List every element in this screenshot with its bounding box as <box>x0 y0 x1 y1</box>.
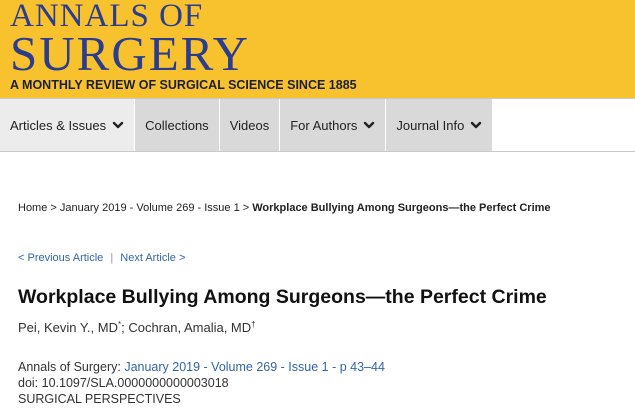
breadcrumb-current: Workplace Bullying Among Surgeons—the Pe… <box>252 202 551 214</box>
citation-line: Annals of Surgery: January 2019 - Volume… <box>18 359 385 375</box>
author-name: Cochran, Amalia, MD <box>128 320 252 335</box>
author-list: Pei, Kevin Y., MD*; Cochran, Amalia, MD† <box>18 320 256 335</box>
nav-journal-info[interactable]: Journal Info <box>386 99 494 151</box>
chevron-down-icon <box>364 121 375 129</box>
author-footnote-mark: † <box>251 320 256 329</box>
journal-name: Annals of Surgery: <box>18 360 125 374</box>
nav-filler <box>493 99 635 151</box>
nav-videos[interactable]: Videos <box>220 99 281 151</box>
nav-label: Collections <box>145 117 209 133</box>
nav-label: Articles & Issues <box>10 117 107 133</box>
journal-tagline: A MONTHLY REVIEW OF SURGICAL SCIENCE SIN… <box>10 78 357 92</box>
nav-for-authors[interactable]: For Authors <box>280 99 387 151</box>
nav-label: Videos <box>229 117 270 133</box>
breadcrumb-issue-link[interactable]: January 2019 - Volume 269 - Issue 1 <box>60 202 240 214</box>
previous-article-link[interactable]: < Previous Article <box>18 252 103 264</box>
article-title: Workplace Bullying Among Surgeons—the Pe… <box>18 286 547 308</box>
article-section: SURGICAL PERSPECTIVES <box>18 392 181 406</box>
breadcrumb-separator: > <box>50 202 57 214</box>
nav-label: Journal Info <box>396 117 465 133</box>
issue-link[interactable]: January 2019 - Volume 269 - Issue 1 - p … <box>124 360 385 374</box>
chevron-down-icon <box>112 121 124 129</box>
nav-articles-issues[interactable]: Articles & Issues <box>0 99 136 151</box>
breadcrumb: Home > January 2019 - Volume 269 - Issue… <box>18 202 551 214</box>
author-name: Pei, Kevin Y., MD <box>18 320 118 335</box>
journal-masthead[interactable]: ANNALS OF SURGERY A MONTHLY REVIEW OF SU… <box>0 0 635 98</box>
publication-meta: Annals of Surgery: January 2019 - Volume… <box>18 359 385 407</box>
article-pager: < Previous Article | Next Article > <box>18 252 185 264</box>
main-nav: Articles & Issues Collections Videos For… <box>0 98 635 152</box>
pager-divider: | <box>110 252 114 264</box>
author-link[interactable]: Cochran, Amalia, MD† <box>128 320 255 335</box>
doi: doi: 10.1097/SLA.0000000000003018 <box>18 376 229 390</box>
author-link[interactable]: Pei, Kevin Y., MD* <box>18 320 121 335</box>
nav-collections[interactable]: Collections <box>135 99 220 151</box>
next-article-link[interactable]: Next Article > <box>120 252 185 264</box>
chevron-down-icon <box>471 121 482 129</box>
nav-label: For Authors <box>290 117 358 133</box>
journal-title-line2: SURGERY <box>10 26 251 81</box>
breadcrumb-home-link[interactable]: Home <box>18 202 47 214</box>
breadcrumb-separator: > <box>242 202 250 214</box>
